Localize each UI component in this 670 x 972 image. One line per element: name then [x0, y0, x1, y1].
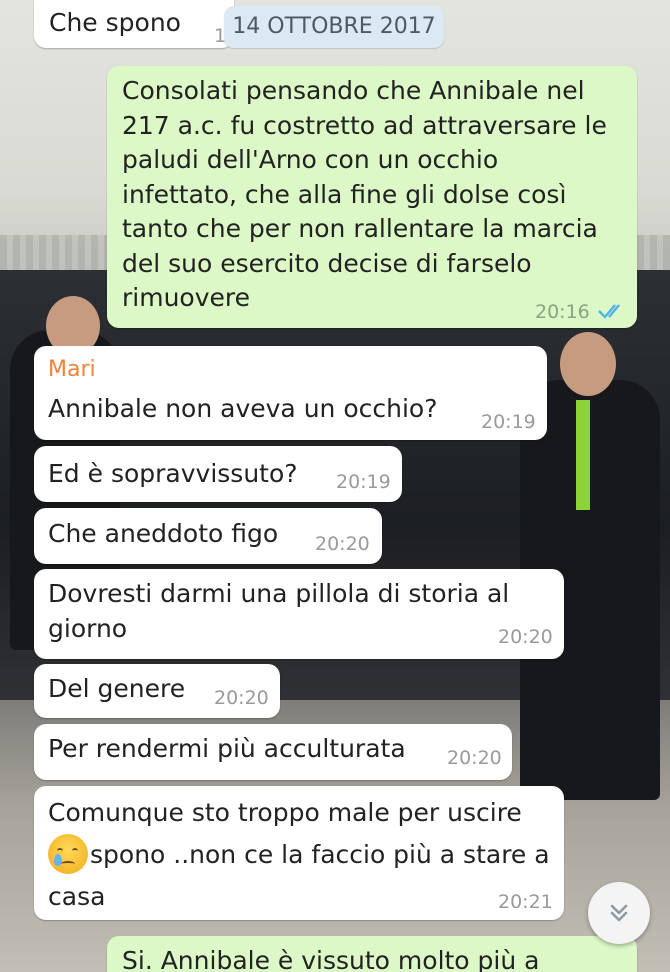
message-bubble-outgoing[interactable]: Si. Annibale è vissuto molto più a — [107, 936, 637, 972]
message-bubble-outgoing[interactable]: Consolati pensando che Annibale nel 217 … — [107, 66, 637, 328]
message-bubble-incoming[interactable]: Del genere 20:20 — [34, 664, 280, 718]
message-bubble-incoming[interactable]: Ed è sopravvissuto? 20:19 — [34, 446, 402, 502]
message-bubble-incoming[interactable]: Mari Annibale non aveva un occhio? 20:19 — [34, 346, 547, 440]
message-text: Che aneddoto figo — [48, 519, 279, 548]
message-time: 20:19 — [336, 471, 391, 493]
message-time: 20:21 — [498, 891, 553, 913]
message-text: Consolati pensando che Annibale nel 217 … — [122, 76, 607, 312]
message-text: Dovresti darmi una pillola di storia al … — [48, 579, 510, 643]
message-text: Del genere — [48, 674, 186, 703]
message-text: Comunque sto troppo male per uscire — [48, 798, 522, 827]
sender-name: Mari — [48, 357, 96, 382]
message-time: 20:20 — [447, 747, 502, 769]
message-time: 20:20 — [214, 687, 269, 709]
message-bubble-incoming[interactable]: Dovresti darmi una pillola di storia al … — [34, 569, 564, 659]
message-text: Per rendermi più acculturata — [48, 734, 406, 763]
message-bubble-incoming[interactable]: Che spono 1 — [34, 0, 234, 48]
scroll-to-bottom-button[interactable] — [588, 882, 650, 944]
message-bubble-incoming[interactable]: Che aneddoto figo 20:20 — [34, 508, 382, 564]
message-text: Che spono — [49, 8, 181, 37]
message-text-continued: spono ..non ce la faccio più a stare a c… — [48, 840, 550, 911]
message-time: 20:20 — [498, 626, 553, 648]
message-time: 20:16 — [535, 301, 590, 323]
message-text: Si. Annibale è vissuto molto più a — [122, 946, 540, 972]
message-time: 20:19 — [481, 411, 536, 433]
date-separator: 14 OTTOBRE 2017 — [224, 6, 444, 48]
message-text: Annibale non aveva un occhio? — [48, 394, 438, 423]
message-time: 20:20 — [315, 533, 370, 555]
message-text: Ed è sopravvissuto? — [48, 459, 298, 488]
chevrons-down-icon — [610, 904, 628, 922]
crying-face-icon — [48, 834, 88, 874]
message-bubble-incoming[interactable]: Comunque sto troppo male per uscire spon… — [34, 786, 564, 920]
message-bubble-incoming[interactable]: Per rendermi più acculturata 20:20 — [34, 724, 512, 780]
double-check-icon — [598, 304, 620, 319]
